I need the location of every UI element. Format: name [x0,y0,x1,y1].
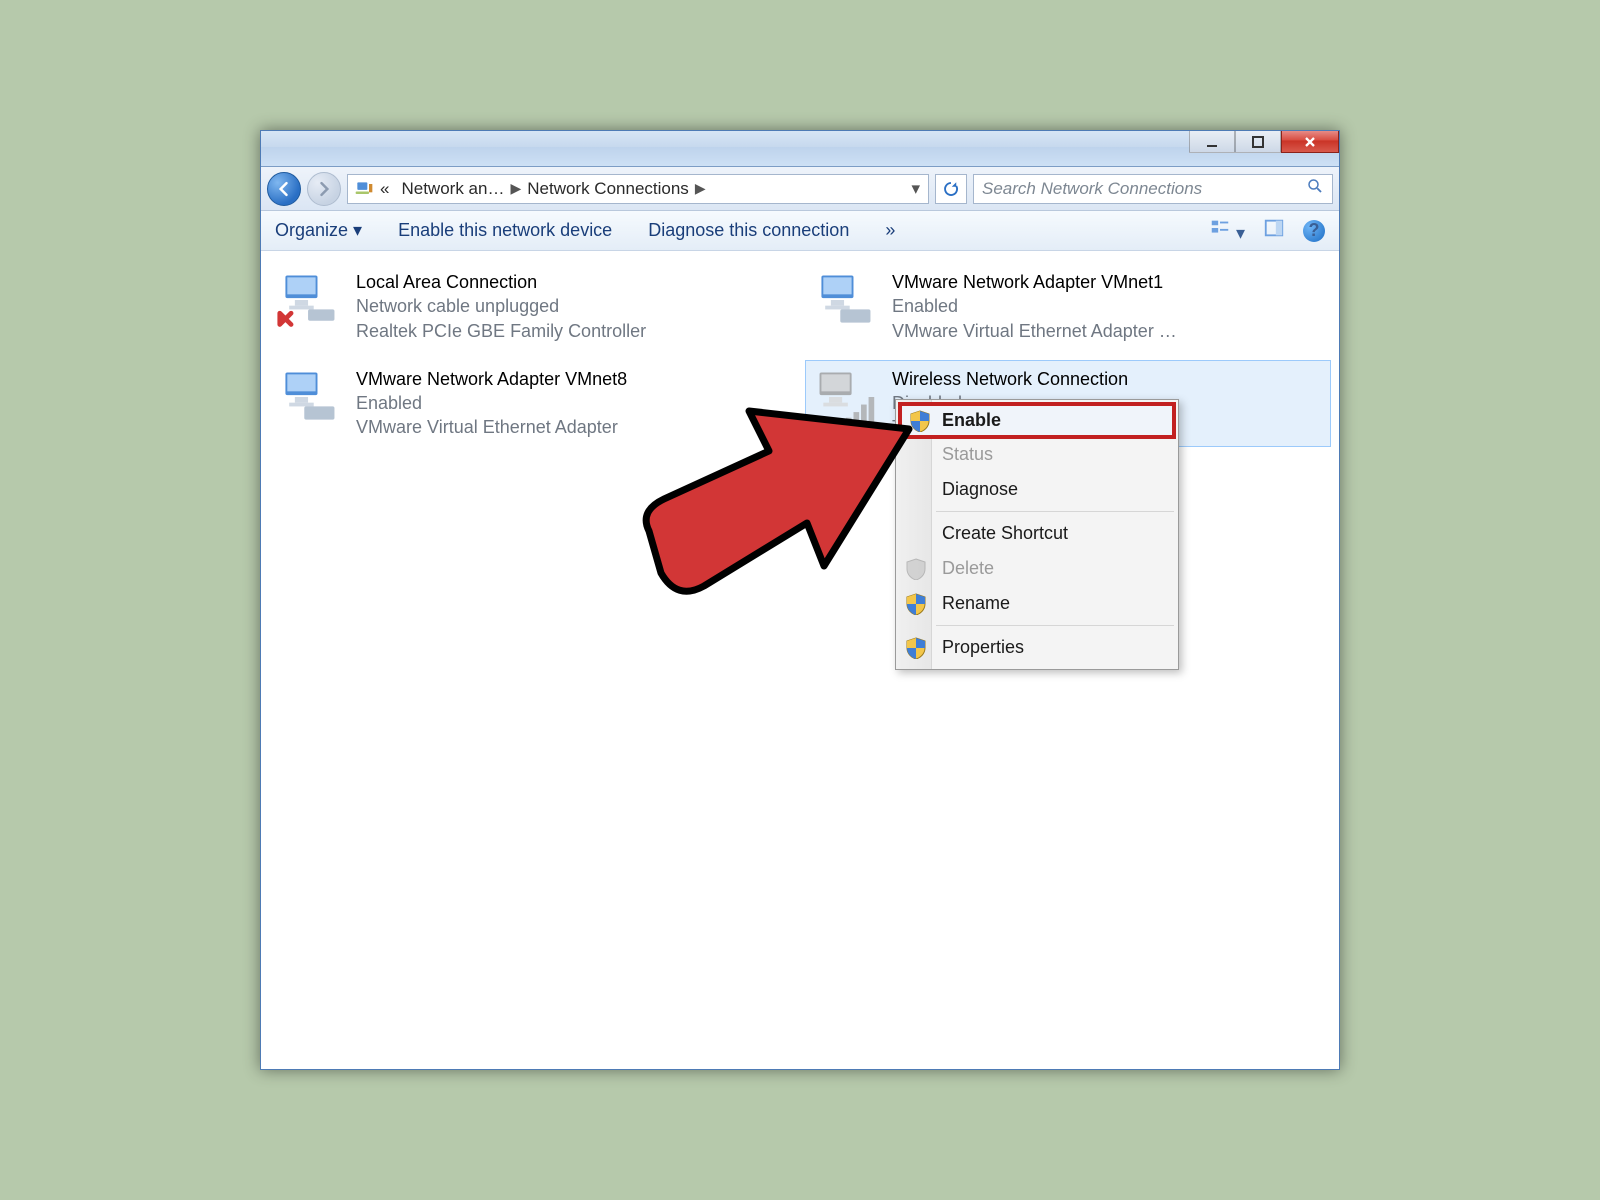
connection-status: Enabled [356,391,627,415]
ctx-separator [936,625,1174,626]
ctx-enable-label: Enable [942,410,1001,431]
ctx-properties[interactable]: Properties [898,630,1176,665]
connection-name: Local Area Connection [356,270,646,294]
ctx-rename[interactable]: Rename [898,586,1176,621]
titlebar [261,131,1339,167]
ctx-status-label: Status [942,444,993,465]
breadcrumb-seg2[interactable]: Network Connections [527,179,689,199]
forward-button[interactable] [307,172,341,206]
back-button[interactable] [267,172,301,206]
shield-icon [906,558,926,580]
ctx-enable[interactable]: Enable [898,402,1176,439]
adapter-icon [812,270,878,330]
diagnose-connection-button[interactable]: Diagnose this connection [648,220,849,241]
refresh-button[interactable] [935,174,967,204]
connection-name: VMware Network Adapter VMnet1 [892,270,1177,294]
network-connections-window: « Network an… ▶ Network Connections ▶ ▾ … [260,130,1340,1070]
minimize-button[interactable] [1189,131,1235,153]
enable-device-button[interactable]: Enable this network device [398,220,612,241]
search-input[interactable]: Search Network Connections [973,174,1333,204]
ctx-diagnose-label: Diagnose [942,479,1018,500]
shield-icon [906,593,926,615]
context-menu: Enable Status Diagnose Create Shortcut D… [895,399,1179,670]
breadcrumb-seg1[interactable]: Network an… [401,179,504,199]
adapter-icon [276,270,342,330]
connection-device: VMware Virtual Ethernet Adapter [356,415,627,439]
network-location-icon [354,179,374,199]
adapter-icon [276,367,342,427]
preview-pane-button[interactable] [1263,217,1285,244]
breadcrumb-sep-icon: ▶ [504,180,527,197]
connection-status: Network cable unplugged [356,294,646,318]
connection-item-vmnet8[interactable]: VMware Network Adapter VMnet8 Enabled VM… [269,360,795,447]
ctx-delete: Delete [898,551,1176,586]
connection-item-vmnet1[interactable]: VMware Network Adapter VMnet1 Enabled VM… [805,263,1331,350]
ctx-delete-label: Delete [942,558,994,579]
breadcrumb[interactable]: « Network an… ▶ Network Connections ▶ ▾ [347,174,929,204]
more-commands-button[interactable]: » [885,220,895,241]
connection-device: VMware Virtual Ethernet Adapter … [892,319,1177,343]
breadcrumb-chevrons-icon: « [380,179,389,199]
ctx-status: Status [898,437,1176,472]
breadcrumb-dropdown-icon[interactable]: ▾ [903,179,928,199]
command-bar: Organize ▾ Enable this network device Di… [261,211,1339,251]
close-button[interactable] [1281,131,1339,153]
connection-item-local-area[interactable]: Local Area Connection Network cable unpl… [269,263,795,350]
ctx-rename-label: Rename [942,593,1010,614]
ctx-create-shortcut[interactable]: Create Shortcut [898,516,1176,551]
content-area: Local Area Connection Network cable unpl… [261,251,1339,1069]
address-bar: « Network an… ▶ Network Connections ▶ ▾ … [261,167,1339,211]
help-button[interactable]: ? [1303,220,1325,242]
shield-icon [910,410,930,432]
connection-status: Enabled [892,294,1177,318]
ctx-properties-label: Properties [942,637,1024,658]
ctx-separator [936,511,1174,512]
search-icon [1306,177,1324,200]
organize-menu[interactable]: Organize ▾ [275,220,362,241]
shield-icon [906,637,926,659]
connection-device: Realtek PCIe GBE Family Controller [356,319,646,343]
connection-name: Wireless Network Connection [892,367,1128,391]
ctx-diagnose[interactable]: Diagnose [898,472,1176,507]
ctx-create-shortcut-label: Create Shortcut [942,523,1068,544]
breadcrumb-sep-icon: ▶ [689,180,712,197]
search-placeholder: Search Network Connections [982,179,1202,199]
maximize-button[interactable] [1235,131,1281,153]
connection-name: VMware Network Adapter VMnet8 [356,367,627,391]
adapter-icon [812,367,878,427]
view-options-button[interactable]: ▾ [1209,217,1245,244]
